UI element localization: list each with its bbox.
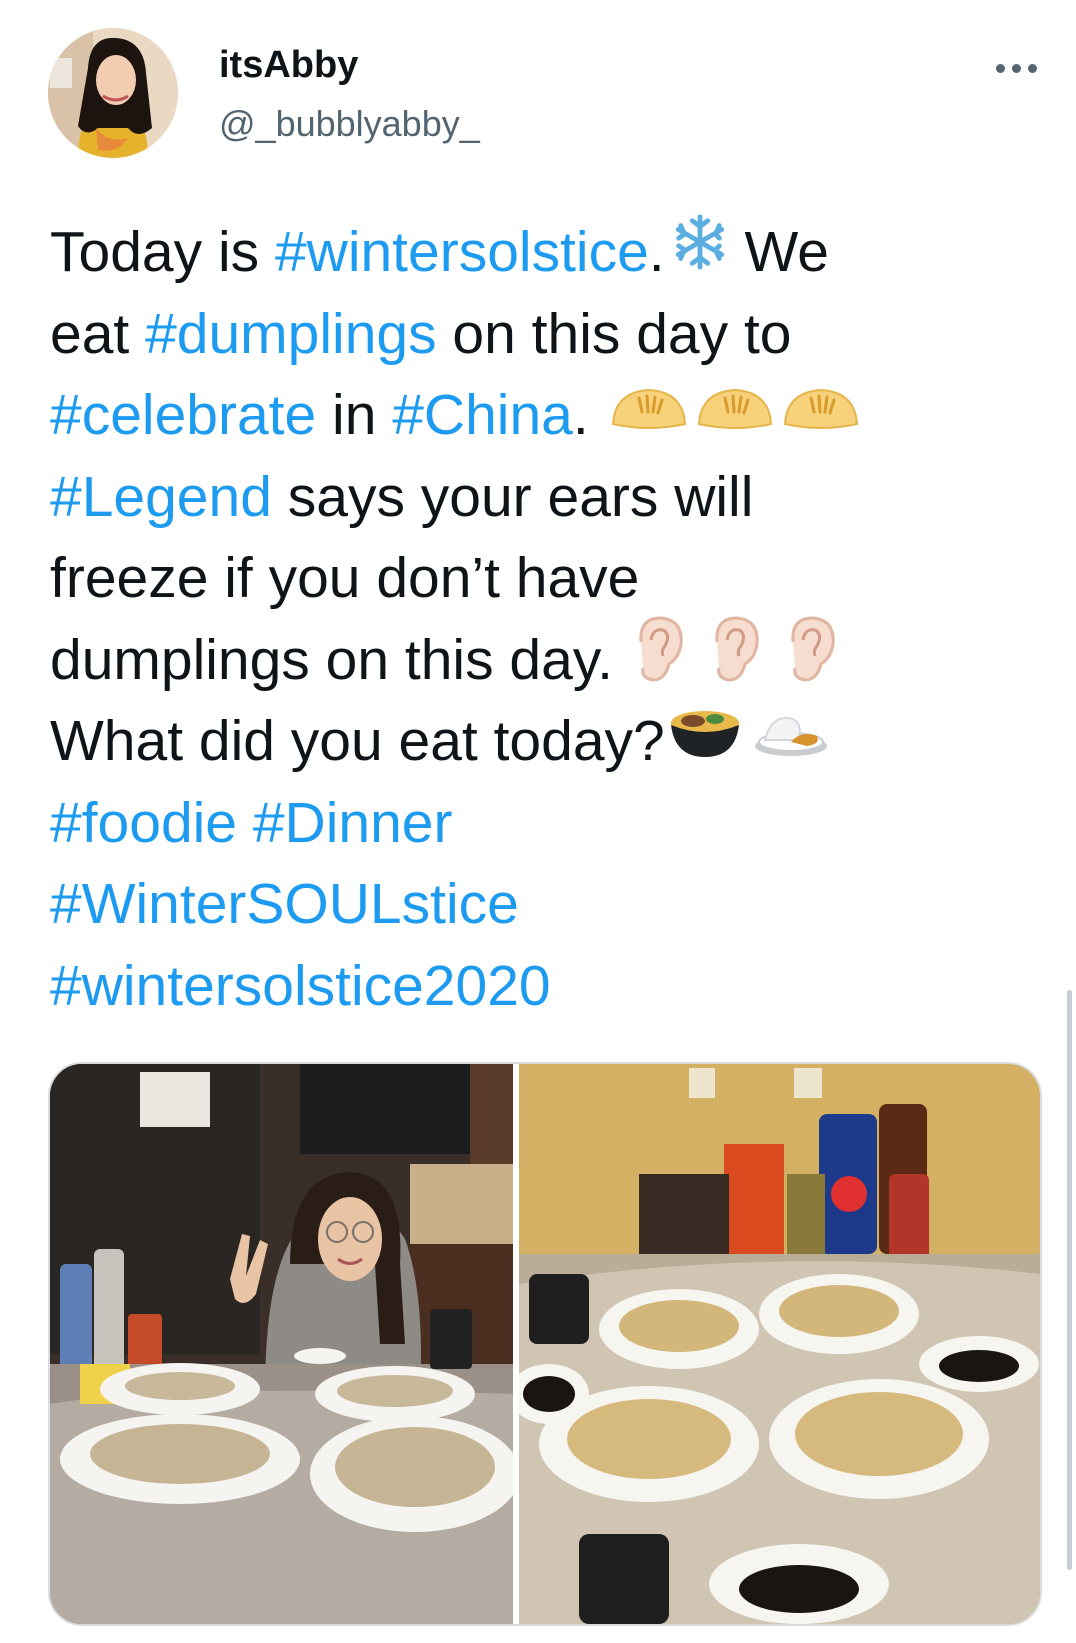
tweet-line: #wintersolstice2020 <box>50 946 1030 1028</box>
tweet-line: #celebrate in #China . <box>50 375 1030 457</box>
hashtag-dinner[interactable]: #Dinner <box>253 783 453 865</box>
text-segment: . <box>648 220 665 284</box>
author-name[interactable]: itsAbby <box>219 44 358 87</box>
hashtag-wintersolstice[interactable]: #wintersolstice <box>275 212 649 294</box>
media-grid <box>48 1062 1042 1626</box>
photo-left[interactable] <box>50 1064 513 1624</box>
ear-icon <box>631 614 687 707</box>
ear-icon <box>783 614 839 707</box>
text-segment: Today is <box>50 220 275 284</box>
hashtag-foodie[interactable]: #foodie <box>50 783 237 865</box>
dumpling-icon <box>695 375 775 457</box>
stew-icon <box>667 701 743 784</box>
hashtag-celebrate[interactable]: #celebrate <box>50 375 316 457</box>
text-segment: What did you eat today? <box>50 709 665 773</box>
more-options-icon[interactable] <box>986 48 1046 88</box>
hashtag-legend[interactable]: #Legend <box>50 457 272 539</box>
text-segment: freeze if you don’t have <box>50 546 640 610</box>
text-segment: . <box>572 383 589 447</box>
tweet-line: Today is #wintersolstice . We <box>50 212 1030 294</box>
ear-icon <box>707 614 763 707</box>
tweet-line: #Legend says your ears will <box>50 457 1030 539</box>
text-segment: says your ears will <box>271 464 754 529</box>
tweet-line: What did you eat today? <box>50 701 1030 783</box>
text-segment: on this day to <box>436 301 792 366</box>
text-segment: eat <box>50 301 146 366</box>
hashtag-china[interactable]: #China <box>392 375 573 457</box>
text-segment <box>237 783 253 865</box>
hashtag-wintersoulstice[interactable]: #WinterSOULstice <box>50 864 519 946</box>
photo-right[interactable] <box>519 1064 1040 1624</box>
dumpling-icon <box>609 375 689 457</box>
hashtag-dumplings[interactable]: #dumplings <box>145 294 437 376</box>
tweet-line: eat #dumplings on this day to <box>50 294 1030 376</box>
tweet-line: #foodie #Dinner <box>50 783 1030 865</box>
author-handle[interactable]: @_bubblyabby_ <box>219 103 480 145</box>
dumpling-icon <box>781 375 861 457</box>
avatar[interactable] <box>48 28 178 158</box>
text-segment: in <box>316 383 393 447</box>
text-segment: We <box>728 220 829 284</box>
hashtag-wintersolstice2020[interactable]: #wintersolstice2020 <box>50 946 551 1028</box>
scrollbar[interactable] <box>1067 990 1072 1570</box>
tweet-text: Today is #wintersolstice . We eat #dumpl… <box>50 212 1030 1027</box>
tweet-line: dumplings on this day. <box>50 616 1030 702</box>
tweet-line: freeze if you don’t have <box>50 538 1030 620</box>
curry-rice-icon <box>751 701 831 783</box>
tweet-line: #WinterSOULstice <box>50 864 1030 946</box>
snowflake-icon <box>671 212 729 294</box>
text-segment: dumplings on this day. <box>50 627 613 692</box>
